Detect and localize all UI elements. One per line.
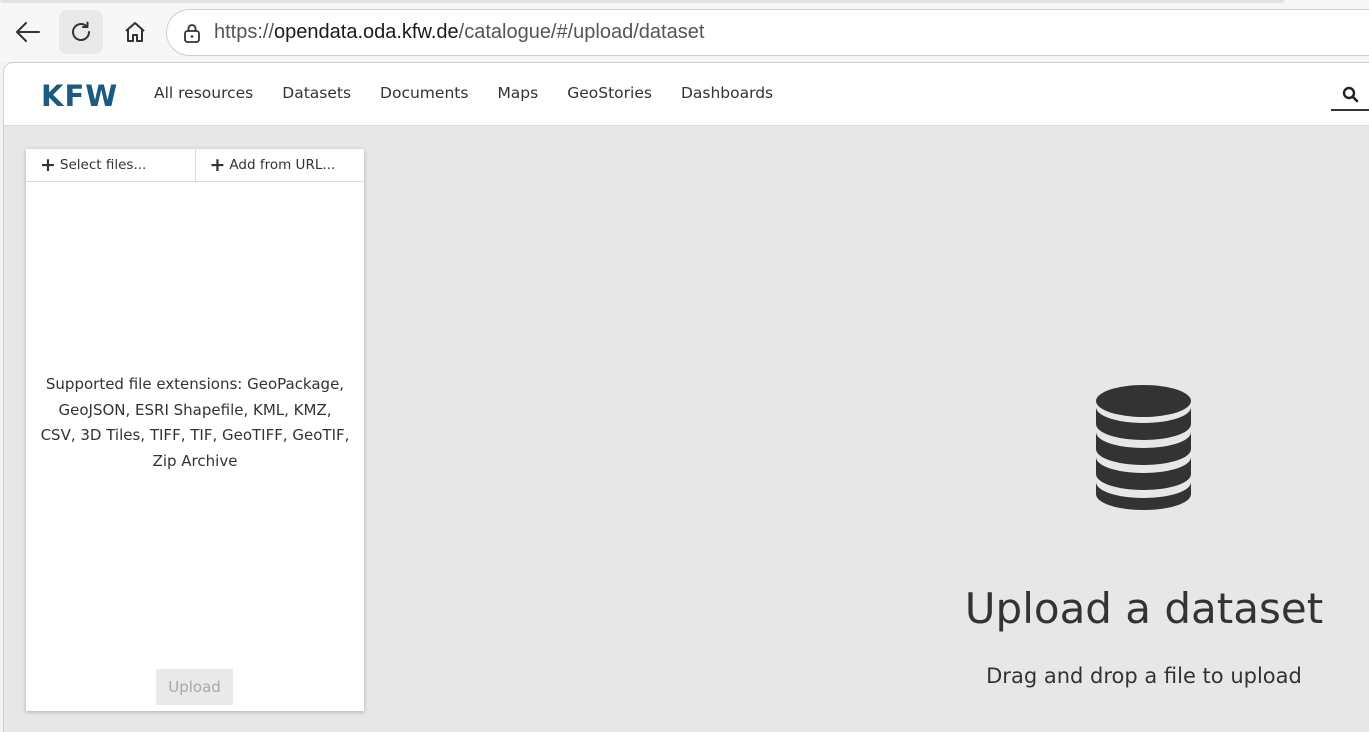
browser-toolbar: https://opendata.oda.kfw.de/catalogue/#/…	[0, 0, 1369, 62]
search-button[interactable]	[1331, 79, 1369, 111]
nav-geostories[interactable]: GeoStories	[567, 84, 652, 102]
browser-tab-strip	[0, 0, 1285, 3]
upload-button[interactable]: Upload	[156, 669, 233, 705]
database-icon	[1096, 385, 1191, 510]
reload-button[interactable]	[59, 10, 103, 54]
arrow-left-icon	[16, 22, 40, 42]
site-header: KFW All resources Datasets Documents Map…	[4, 63, 1369, 126]
select-files-button[interactable]: + Select files...	[26, 149, 195, 181]
home-icon	[125, 22, 145, 42]
kfw-logo[interactable]: KFW	[41, 79, 118, 113]
home-button[interactable]	[113, 10, 157, 54]
panel-actions: + Select files... + Add from URL...	[26, 149, 364, 182]
url-protocol: https://	[214, 21, 275, 43]
search-icon	[1342, 86, 1358, 102]
back-button[interactable]	[6, 10, 50, 54]
main-nav: All resources Datasets Documents Maps Ge…	[154, 84, 773, 102]
nav-maps[interactable]: Maps	[497, 84, 538, 102]
url-path: /catalogue/#/upload/dataset	[458, 21, 705, 43]
nav-dashboards[interactable]: Dashboards	[681, 84, 773, 102]
address-bar[interactable]: https://opendata.oda.kfw.de/catalogue/#/…	[166, 9, 1369, 56]
add-from-url-button[interactable]: + Add from URL...	[194, 149, 365, 181]
nav-documents[interactable]: Documents	[380, 84, 468, 102]
dropzone-title: Upload a dataset	[964, 584, 1324, 633]
plus-icon: +	[209, 153, 226, 176]
nav-all-resources[interactable]: All resources	[154, 84, 253, 102]
plus-icon: +	[40, 153, 56, 176]
lock-icon[interactable]	[181, 22, 203, 44]
dropzone-subtitle: Drag and drop a file to upload	[986, 664, 1302, 688]
upload-panel: + Select files... + Add from URL... Supp…	[26, 149, 364, 711]
supported-extensions-text: Supported file extensions: GeoPackage, G…	[40, 375, 350, 471]
reload-icon	[72, 21, 90, 41]
url-host: opendata.oda.kfw.de	[274, 21, 459, 43]
page-content: KFW All resources Datasets Documents Map…	[3, 62, 1369, 732]
select-files-label: Select files...	[59, 157, 147, 173]
nav-datasets[interactable]: Datasets	[282, 84, 351, 102]
url-text: https://opendata.oda.kfw.de/catalogue/#/…	[214, 21, 704, 44]
add-from-url-label: Add from URL...	[229, 157, 336, 173]
